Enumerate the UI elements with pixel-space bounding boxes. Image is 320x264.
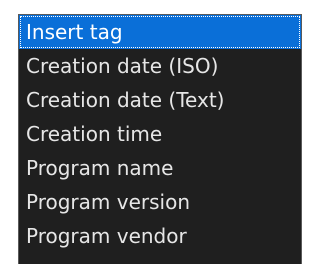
tag-dropdown-list[interactable]: Insert tag Creation date (ISO) Creation …: [18, 14, 302, 264]
option-program-version[interactable]: Program version: [19, 185, 301, 219]
option-creation-date-text[interactable]: Creation date (Text): [19, 83, 301, 117]
option-program-name[interactable]: Program name: [19, 151, 301, 185]
option-insert-tag[interactable]: Insert tag: [19, 15, 301, 49]
option-creation-time[interactable]: Creation time: [19, 117, 301, 151]
option-program-vendor[interactable]: Program vendor: [19, 219, 301, 253]
dropdown-options: Insert tag Creation date (ISO) Creation …: [19, 15, 301, 253]
option-creation-date-iso[interactable]: Creation date (ISO): [19, 49, 301, 83]
